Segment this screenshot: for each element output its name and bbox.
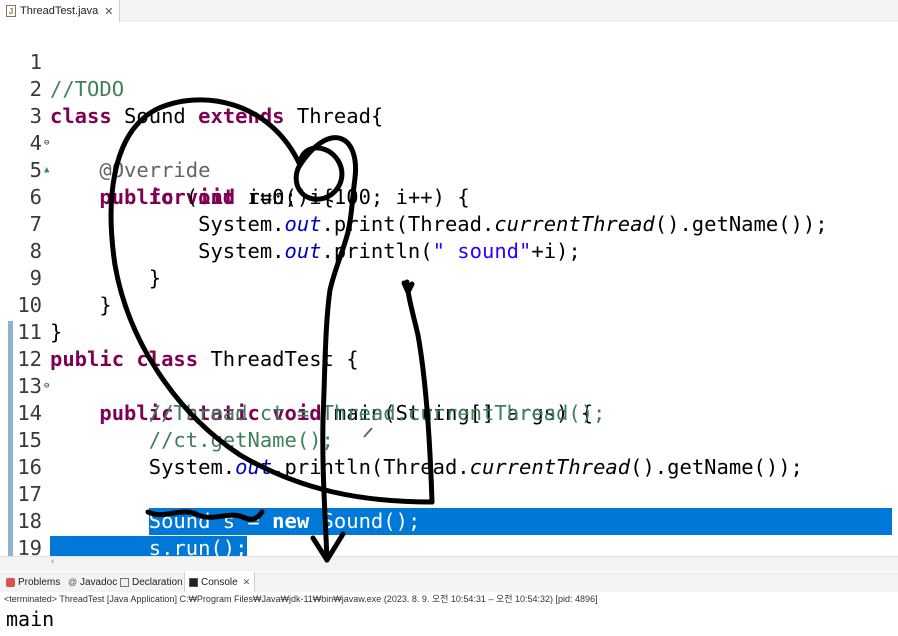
- code-line: 8 }: [0, 211, 898, 290]
- editor-tab-bar: J ThreadTest.java ✕: [0, 0, 898, 23]
- tab-console-label: Console: [201, 576, 238, 588]
- code-line: 3 ⊖ @Override: [0, 76, 898, 182]
- code-line: 9 }: [0, 238, 898, 317]
- javadoc-icon: @: [68, 576, 78, 587]
- close-icon[interactable]: ✕: [104, 5, 113, 18]
- scroll-left-icon[interactable]: ‹: [50, 557, 55, 567]
- code-line-selected: 17 Sound s = new Sound();: [0, 454, 898, 535]
- code-line: 5 for(int i=0; i<100; i++) {: [0, 130, 898, 209]
- code-line: 19 System.out.println("THE END");: [0, 508, 898, 558]
- code-line: 13 //Thread ct = Thread.currentThread();: [0, 346, 898, 425]
- tab-problems-label: Problems: [18, 576, 61, 588]
- code-line: 4 ▲ public void run() {: [0, 103, 898, 209]
- code-line: 7 System.out.println(" sound"+i);: [0, 184, 898, 263]
- code-line: 2 class Sound extends Thread{: [0, 49, 898, 128]
- code-line: 1 //TODO: [0, 22, 898, 101]
- tab-javadoc[interactable]: @ Javadoc: [68, 572, 117, 592]
- code-line: 6 System.out.print(Thread.currentThread(…: [0, 157, 898, 236]
- tab-console[interactable]: Console ✕: [184, 572, 256, 592]
- console-output: main: [6, 607, 55, 631]
- code-line: 15 System.out.println(Thread.currentThre…: [0, 400, 898, 479]
- editor-tab-label: ThreadTest.java: [20, 5, 99, 17]
- close-icon[interactable]: ✕: [243, 577, 251, 588]
- console-status-text: <terminated> ThreadTest [Java Applicatio…: [0, 592, 898, 606]
- tab-declaration[interactable]: Declaration: [120, 572, 183, 592]
- code-line: 14 //ct.getName();: [0, 373, 898, 452]
- console-icon: [189, 577, 198, 587]
- code-line: 20: [0, 535, 898, 558]
- tab-problems[interactable]: Problems: [6, 572, 60, 592]
- editor-tab-threadtest[interactable]: J ThreadTest.java ✕: [0, 0, 121, 22]
- problems-icon: [6, 577, 15, 587]
- code-line: 10 }: [0, 265, 898, 344]
- code-editor[interactable]: 1 //TODO 2 class Sound extends Thread{ 3…: [0, 22, 898, 558]
- code-line: 12 ⊖ public static void main(String[] ar…: [0, 319, 898, 425]
- code-line: 11 public class ThreadTest {: [0, 292, 898, 371]
- declaration-icon: [120, 577, 129, 587]
- tab-javadoc-label: Javadoc: [80, 576, 118, 588]
- horizontal-scrollbar[interactable]: ‹: [0, 556, 898, 571]
- tab-declaration-label: Declaration: [132, 576, 183, 588]
- views-tab-bar: Problems @ Javadoc Declaration Console ✕: [0, 572, 898, 593]
- code-line-selected: 18 s.run();: [0, 481, 898, 558]
- java-file-icon: J: [6, 5, 16, 17]
- code-line: 16: [0, 427, 898, 479]
